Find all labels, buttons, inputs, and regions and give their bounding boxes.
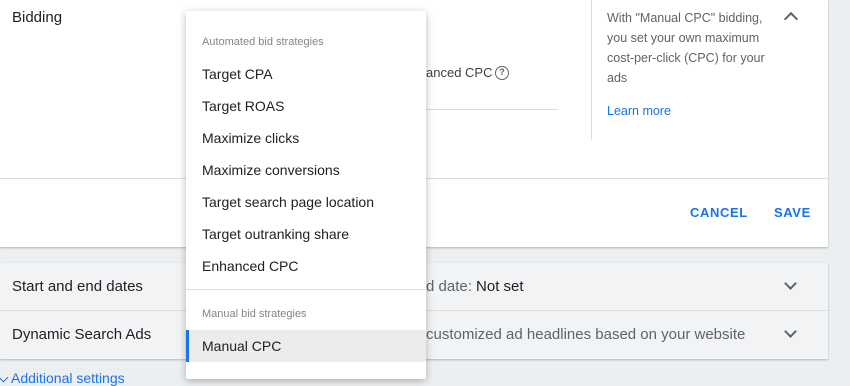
cancel-button[interactable]: CANCEL xyxy=(690,205,748,220)
menu-item-maximize-clicks[interactable]: Maximize clicks xyxy=(186,122,426,154)
chevron-down-icon[interactable] xyxy=(784,277,797,290)
menu-item-target-outranking-share[interactable]: Target outranking share xyxy=(186,218,426,250)
bid-strategy-dropdown: Automated bid strategies Target CPA Targ… xyxy=(186,11,426,379)
menu-item-manual-cpc[interactable]: Manual CPC xyxy=(186,330,426,362)
panel-title: Start and end dates xyxy=(12,278,143,295)
chevron-down-icon[interactable] xyxy=(784,325,797,338)
panel-title: Dynamic Search Ads xyxy=(12,326,152,343)
bidding-help-text: With "Manual CPC" bidding, you set your … xyxy=(607,11,765,85)
manual-strategies-header: Manual bid strategies xyxy=(202,308,307,320)
chevron-icon xyxy=(0,372,9,383)
field-underline xyxy=(426,109,558,110)
menu-item-enhanced-cpc[interactable]: Enhanced CPC xyxy=(186,250,426,282)
end-date-value: Not set xyxy=(476,278,524,295)
chevron-up-icon[interactable] xyxy=(783,11,799,27)
enhanced-cpc-checkbox-label[interactable]: anced CPC xyxy=(426,65,492,80)
menu-item-target-cpa[interactable]: Target CPA xyxy=(186,58,426,90)
menu-item-target-roas[interactable]: Target ROAS xyxy=(186,90,426,122)
learn-more-link[interactable]: Learn more xyxy=(607,104,671,118)
info-divider xyxy=(591,0,592,140)
panel-summary: d date: Not set xyxy=(426,278,524,295)
menu-item-maximize-conversions[interactable]: Maximize conversions xyxy=(186,154,426,186)
additional-settings-link[interactable]: Additional settings xyxy=(0,370,125,386)
automated-strategies-header: Automated bid strategies xyxy=(202,36,324,48)
menu-item-target-search-page-location[interactable]: Target search page location xyxy=(186,186,426,218)
save-button[interactable]: SAVE xyxy=(774,205,811,220)
help-icon[interactable]: ? xyxy=(495,66,509,80)
panel-summary: customized ad headlines based on your we… xyxy=(426,326,746,343)
bidding-title: Bidding xyxy=(12,9,63,26)
menu-divider xyxy=(186,289,426,290)
